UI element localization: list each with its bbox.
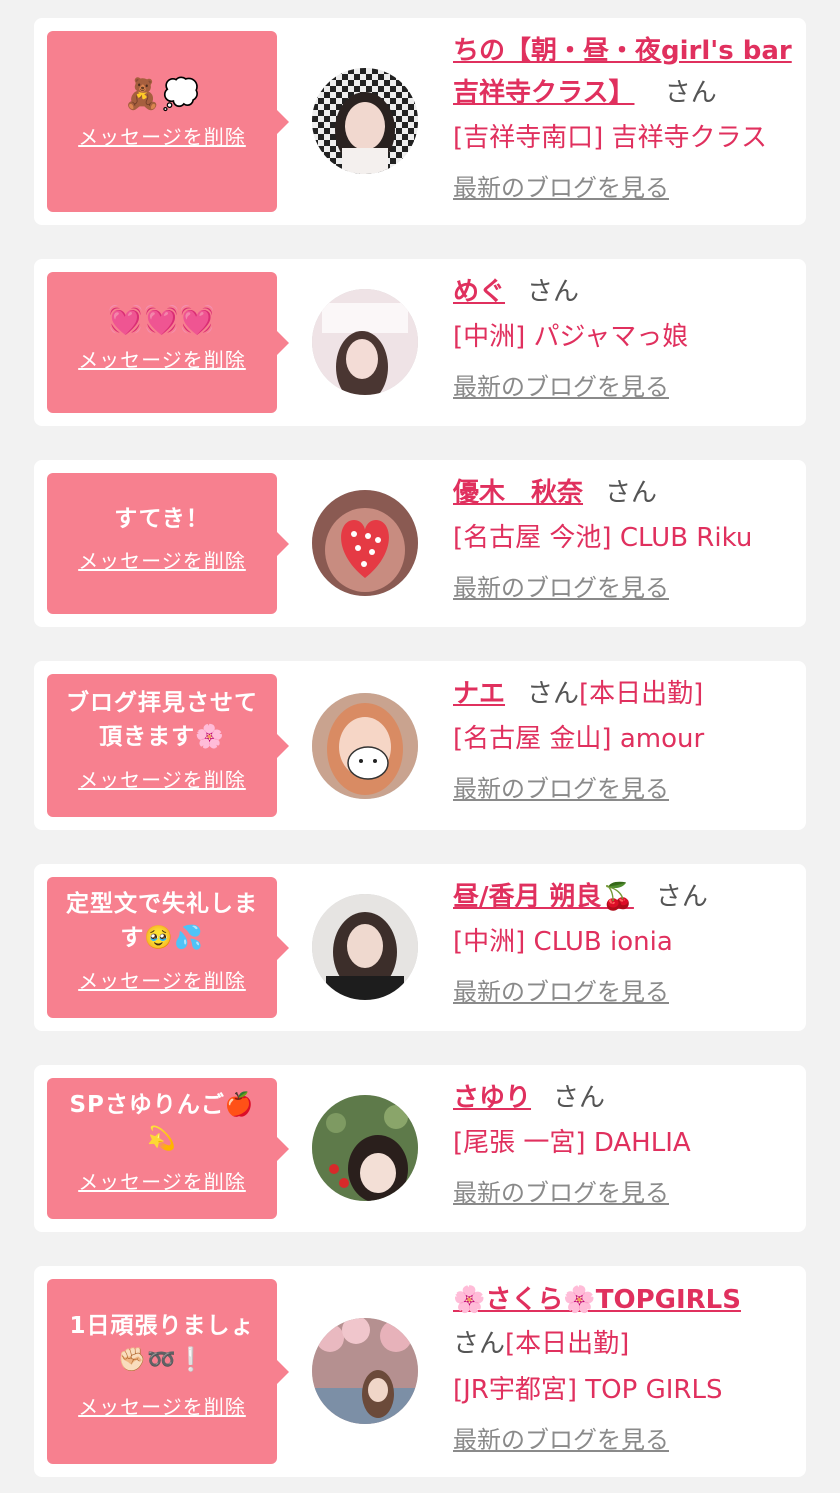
list-item: 💓💓💓 メッセージを削除 めぐ さん [中洲] パジャマっ娘 最新のブログを見る bbox=[34, 259, 806, 426]
honorific: さん bbox=[453, 1329, 506, 1359]
message-bubble: 定型文で失礼しま す🥹💦 メッセージを削除 bbox=[47, 877, 289, 1018]
latest-blog-link[interactable]: 最新のブログを見る bbox=[453, 568, 794, 608]
shop-info: [吉祥寺南口] 吉祥寺クラス bbox=[453, 123, 768, 153]
message-text: すてき！ bbox=[114, 506, 210, 532]
entry-info: 昼/香月 朔良🍒 さん [中洲] CLUB ionia 最新のブログを見る bbox=[453, 876, 794, 1012]
delete-message-link[interactable]: メッセージを削除 bbox=[57, 965, 267, 994]
avatar[interactable] bbox=[312, 289, 418, 395]
avatar[interactable] bbox=[312, 894, 418, 1000]
entry-info: ナエ さん[本日出勤] [名古屋 金山] amour 最新のブログを見る bbox=[453, 673, 794, 809]
latest-blog-link[interactable]: 最新のブログを見る bbox=[453, 972, 794, 1012]
status-badge: [本日出勤] bbox=[579, 679, 704, 709]
message-bubble: 1日頑張りましょ ✊🏻➿❕ メッセージを削除 bbox=[47, 1279, 289, 1464]
latest-blog-link[interactable]: 最新のブログを見る bbox=[453, 367, 794, 407]
entry-info: 🌸さくら🌸TOPGIRLS さん[本日出勤] [JR宇都宮] TOP GIRLS… bbox=[453, 1278, 794, 1460]
latest-blog-link[interactable]: 最新のブログを見る bbox=[453, 1173, 794, 1213]
honorific: さん bbox=[655, 882, 708, 912]
message-bubble: 💓💓💓 メッセージを削除 bbox=[47, 272, 289, 413]
cast-name-link[interactable]: ちの【朝・昼・夜girl's bar bbox=[453, 36, 792, 66]
message-bubble: すてき！ メッセージを削除 bbox=[47, 473, 289, 614]
avatar[interactable] bbox=[312, 1318, 418, 1424]
cast-name-link[interactable]: さゆり bbox=[453, 1083, 531, 1113]
message-text-line1: SPさゆりんご🍎 bbox=[69, 1092, 255, 1118]
shop-info: [中洲] CLUB ionia bbox=[453, 927, 673, 957]
cast-name-link-cont[interactable]: 吉祥寺クラス】 bbox=[453, 78, 634, 108]
message-text-line1: 定型文で失礼しま bbox=[66, 891, 258, 917]
message-bubble: ブログ拝見させて 頂きます🌸 メッセージを削除 bbox=[47, 674, 289, 817]
message-text-line2: 💫 bbox=[147, 1126, 177, 1152]
message-bubble: 🧸💭 メッセージを削除 bbox=[47, 31, 289, 212]
entry-info: ちの【朝・昼・夜girl's bar 吉祥寺クラス】 さん [吉祥寺南口] 吉祥… bbox=[453, 30, 794, 208]
entry-info: さゆり さん [尾張 一宮] DAHLIA 最新のブログを見る bbox=[453, 1077, 794, 1213]
honorific: さん bbox=[605, 478, 658, 508]
shop-info: [名古屋 今池] CLUB Riku bbox=[453, 523, 753, 553]
avatar[interactable] bbox=[312, 490, 418, 596]
list-item: すてき！ メッセージを削除 優木 秋奈 さん [名古屋 今池] CLUB Riku… bbox=[34, 460, 806, 627]
cast-name-link[interactable]: ナエ bbox=[453, 679, 505, 709]
list-item: ブログ拝見させて 頂きます🌸 メッセージを削除 ナエ さん[本日出勤] [名古屋 … bbox=[34, 661, 806, 830]
message-text-line1: ブログ拝見させて bbox=[66, 690, 258, 716]
honorific: さん bbox=[527, 277, 580, 307]
honorific: さん bbox=[553, 1083, 606, 1113]
shop-info: [尾張 一宮] DAHLIA bbox=[453, 1128, 691, 1158]
shop-info: [名古屋 金山] amour bbox=[453, 724, 705, 754]
shop-info: [JR宇都宮] TOP GIRLS bbox=[453, 1375, 723, 1405]
message-bubble: SPさゆりんご🍎 💫 メッセージを削除 bbox=[47, 1078, 289, 1219]
list-item: 🧸💭 メッセージを削除 ちの【朝・昼・夜girl's bar 吉祥寺クラス】 さ… bbox=[34, 18, 806, 225]
entry-info: めぐ さん [中洲] パジャマっ娘 最新のブログを見る bbox=[453, 271, 794, 407]
entry-info: 優木 秋奈 さん [名古屋 今池] CLUB Riku 最新のブログを見る bbox=[453, 472, 794, 608]
list-item: 1日頑張りましょ ✊🏻➿❕ メッセージを削除 🌸さくら🌸TOPGIRLS さん[… bbox=[34, 1266, 806, 1477]
delete-message-link[interactable]: メッセージを削除 bbox=[57, 121, 267, 150]
shop-info: [中洲] パジャマっ娘 bbox=[453, 322, 689, 352]
latest-blog-link[interactable]: 最新のブログを見る bbox=[453, 769, 794, 809]
cast-name-link[interactable]: 昼/香月 朔良🍒 bbox=[453, 882, 634, 912]
cast-name-link[interactable]: めぐ bbox=[453, 277, 505, 307]
message-text: 🧸💭 bbox=[123, 77, 201, 112]
latest-blog-link[interactable]: 最新のブログを見る bbox=[453, 1420, 794, 1460]
message-text: 💓💓💓 bbox=[108, 303, 216, 336]
list-item: SPさゆりんご🍎 💫 メッセージを削除 さゆり さん [尾張 一宮] DAHLIA… bbox=[34, 1065, 806, 1232]
list-item: 定型文で失礼しま す🥹💦 メッセージを削除 昼/香月 朔良🍒 さん [中洲] CL… bbox=[34, 864, 806, 1031]
avatar[interactable] bbox=[312, 68, 418, 174]
latest-blog-link[interactable]: 最新のブログを見る bbox=[453, 168, 794, 208]
delete-message-link[interactable]: メッセージを削除 bbox=[57, 545, 267, 574]
delete-message-link[interactable]: メッセージを削除 bbox=[57, 764, 267, 793]
message-text-line2: 頂きます🌸 bbox=[99, 724, 225, 750]
message-text-line2: す🥹💦 bbox=[120, 925, 204, 951]
cast-name-link[interactable]: 🌸さくら🌸TOPGIRLS bbox=[453, 1285, 741, 1315]
delete-message-link[interactable]: メッセージを削除 bbox=[57, 1391, 267, 1420]
avatar[interactable] bbox=[312, 1095, 418, 1201]
honorific: さん bbox=[664, 78, 717, 108]
message-text-line2: ✊🏻➿❕ bbox=[117, 1347, 207, 1373]
delete-message-link[interactable]: メッセージを削除 bbox=[57, 1166, 267, 1195]
honorific: さん bbox=[527, 679, 580, 709]
message-text-line1: 1日頑張りましょ bbox=[69, 1313, 255, 1339]
cast-name-link[interactable]: 優木 秋奈 bbox=[453, 478, 583, 508]
delete-message-link[interactable]: メッセージを削除 bbox=[57, 344, 267, 373]
status-badge: [本日出勤] bbox=[505, 1329, 630, 1359]
avatar[interactable] bbox=[312, 693, 418, 799]
